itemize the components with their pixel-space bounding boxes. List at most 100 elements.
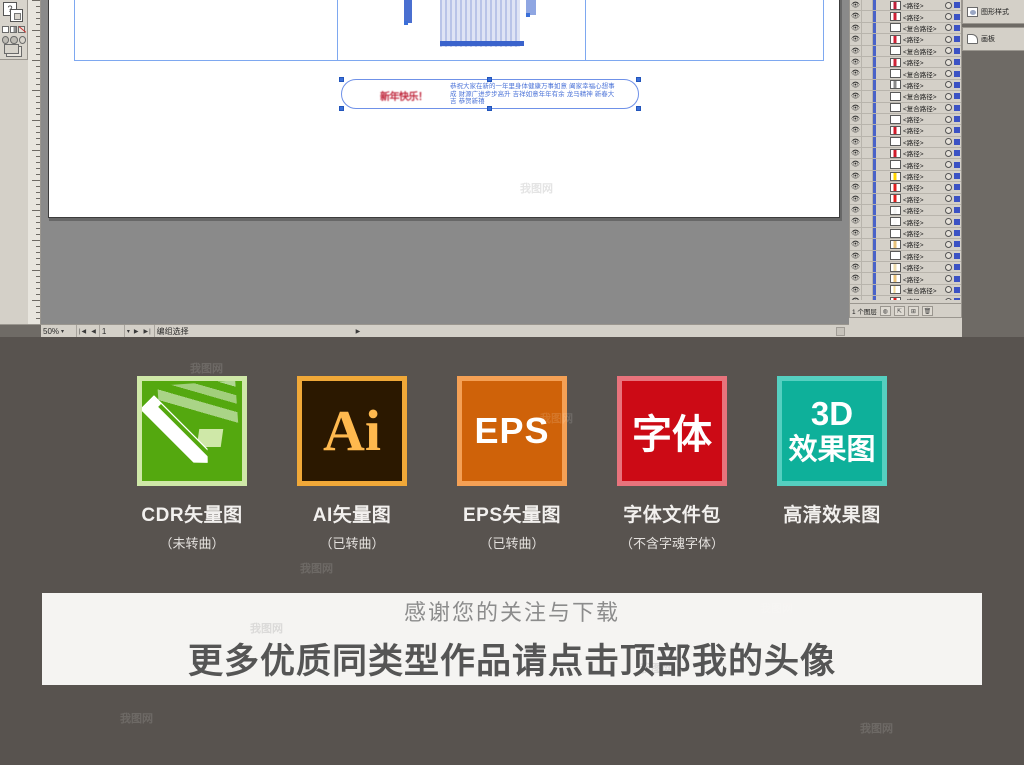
target-indicator-icon[interactable] — [945, 229, 952, 237]
layer-row[interactable]: 👁 <复合路径> — [850, 102, 961, 114]
eye-icon[interactable]: 👁 — [850, 56, 862, 68]
text-banner-shape[interactable]: 新年快乐！ 恭祝大家在新的一年里身体健康万事如意 阖家幸福心想事成 财源广进步步… — [339, 77, 641, 111]
anchor-point[interactable] — [487, 77, 492, 82]
eye-icon[interactable]: 👁 — [850, 68, 862, 79]
lock-toggle[interactable] — [862, 102, 873, 113]
lock-toggle[interactable] — [862, 91, 873, 102]
eye-icon[interactable]: 👁 — [850, 250, 862, 261]
target-indicator-icon[interactable] — [945, 70, 952, 78]
selection-square-icon[interactable] — [954, 241, 960, 248]
draw-mode-row[interactable] — [2, 24, 26, 34]
zoom-level-field[interactable]: 50% ▾ — [41, 324, 77, 337]
layer-row[interactable]: 👁 <路径> — [850, 239, 961, 251]
eye-icon[interactable]: 👁 — [850, 136, 862, 148]
selection-square-icon[interactable] — [954, 286, 960, 293]
target-indicator-icon[interactable] — [945, 183, 952, 191]
eye-icon[interactable]: 👁 — [850, 284, 862, 296]
anchor-point[interactable] — [526, 13, 530, 17]
layer-row[interactable]: 👁 <路径> — [850, 250, 961, 262]
eye-icon[interactable]: 👁 — [850, 193, 862, 205]
eye-icon[interactable]: 👁 — [850, 102, 862, 113]
lock-toggle[interactable] — [862, 227, 873, 239]
lock-toggle[interactable] — [862, 296, 873, 300]
nav-next-button[interactable]: ▶ — [132, 325, 142, 338]
anchor-point[interactable] — [636, 77, 641, 82]
target-indicator-icon[interactable] — [945, 149, 952, 157]
lock-toggle[interactable] — [862, 34, 873, 45]
lock-toggle[interactable] — [862, 193, 873, 205]
lock-toggle[interactable] — [862, 239, 873, 250]
layers-panel-footer[interactable]: 1 个图层 ◍ ⇱ ⊞ 🗑 — [850, 303, 961, 317]
lock-toggle[interactable] — [862, 136, 873, 148]
selection-square-icon[interactable] — [954, 264, 960, 271]
selection-square-icon[interactable] — [954, 93, 960, 100]
selection-square-icon[interactable] — [954, 59, 960, 66]
selection-square-icon[interactable] — [954, 47, 960, 54]
right-dock[interactable]: 图形样式 画板 — [962, 0, 1024, 337]
layer-row[interactable]: 👁 <路径> — [850, 34, 961, 46]
layer-row[interactable]: 👁 <路径> — [850, 136, 961, 149]
eye-icon[interactable]: 👁 — [850, 0, 862, 11]
selection-square-icon[interactable] — [954, 298, 960, 300]
selection-square-icon[interactable] — [954, 24, 960, 31]
lock-toggle[interactable] — [862, 0, 873, 11]
layer-row[interactable]: 👁 <路径> — [850, 79, 961, 92]
target-indicator-icon[interactable] — [945, 206, 952, 214]
eye-icon[interactable]: 👁 — [850, 22, 862, 34]
eye-icon[interactable]: 👁 — [850, 227, 862, 239]
nav-first-button[interactable]: |◀ — [77, 325, 89, 338]
draw-inside-icon[interactable] — [18, 36, 26, 44]
layer-row[interactable]: 👁 <路径> — [850, 11, 961, 23]
lock-toggle[interactable] — [862, 205, 873, 216]
new-sublayer-button[interactable]: ⇱ — [893, 305, 905, 316]
anchor-point[interactable] — [636, 106, 641, 111]
anchor-point[interactable] — [339, 77, 344, 82]
lock-toggle[interactable] — [862, 261, 873, 273]
layer-row[interactable]: 👁 <路径> — [850, 193, 961, 206]
target-indicator-icon[interactable] — [945, 218, 952, 226]
target-indicator-icon[interactable] — [945, 92, 952, 100]
layer-row[interactable]: 👁 <路径> — [850, 148, 961, 160]
eye-icon[interactable]: 👁 — [850, 239, 862, 250]
eye-icon[interactable]: 👁 — [850, 205, 862, 216]
layer-row[interactable]: 👁 <路径> — [850, 273, 961, 285]
artboard-dropdown-icon[interactable]: ▾ — [125, 325, 132, 338]
target-indicator-icon[interactable] — [945, 24, 952, 32]
eye-icon[interactable]: 👁 — [850, 296, 862, 300]
eye-icon[interactable]: 👁 — [850, 159, 862, 170]
layer-row[interactable]: 👁 <复合路径> — [850, 22, 961, 35]
target-indicator-icon[interactable] — [945, 138, 952, 146]
target-indicator-icon[interactable] — [945, 104, 952, 112]
eye-icon[interactable]: 👁 — [850, 273, 862, 284]
layers-panel[interactable]: 👁 <路径> 👁 <路径> 👁 <复合路径> 👁 <路径> 👁 <复合路径> 👁 <路径> 👁 <复合路径… — [849, 0, 962, 318]
lock-toggle[interactable] — [862, 68, 873, 79]
selection-square-icon[interactable] — [954, 195, 960, 202]
layers-list[interactable]: 👁 <路径> 👁 <路径> 👁 <复合路径> 👁 <路径> 👁 <复合路径> 👁 <路径> 👁 <复合路径… — [850, 0, 961, 300]
dock-tab-graphic-styles[interactable]: 图形样式 — [962, 0, 1024, 24]
eye-icon[interactable]: 👁 — [850, 261, 862, 273]
resize-grip[interactable] — [836, 326, 845, 336]
status-bar[interactable]: 50% ▾ |◀ ◀ 1 ▾ ▶ ▶| 编组选择 ▶ — [0, 324, 849, 337]
selection-square-icon[interactable] — [954, 218, 960, 225]
target-indicator-icon[interactable] — [945, 58, 952, 66]
lock-toggle[interactable] — [862, 284, 873, 296]
eye-icon[interactable]: 👁 — [850, 79, 862, 91]
selection-square-icon[interactable] — [954, 184, 960, 191]
make-clipping-mask-button[interactable]: ◍ — [879, 305, 891, 316]
artwork-calligraphy[interactable]: 福 新年快乐 — [388, 0, 568, 55]
layer-row[interactable]: 👁 <路径> — [850, 182, 961, 194]
gradient-swatch-icon[interactable] — [10, 25, 17, 33]
selection-square-icon[interactable] — [954, 104, 960, 111]
lock-toggle[interactable] — [862, 148, 873, 159]
eye-icon[interactable]: 👁 — [850, 11, 862, 22]
selection-square-icon[interactable] — [954, 2, 960, 9]
lock-toggle[interactable] — [862, 11, 873, 22]
none-swatch-icon[interactable] — [18, 25, 25, 33]
dock-tab-artboards[interactable]: 画板 — [962, 27, 1024, 51]
layer-row[interactable]: 👁 <复合路径> — [850, 91, 961, 103]
lock-toggle[interactable] — [862, 182, 873, 193]
layer-row[interactable]: 👁 <路径> — [850, 216, 961, 228]
selection-square-icon[interactable] — [954, 275, 960, 282]
layer-row[interactable]: 👁 <路径> — [850, 0, 961, 12]
lock-toggle[interactable] — [862, 159, 873, 170]
